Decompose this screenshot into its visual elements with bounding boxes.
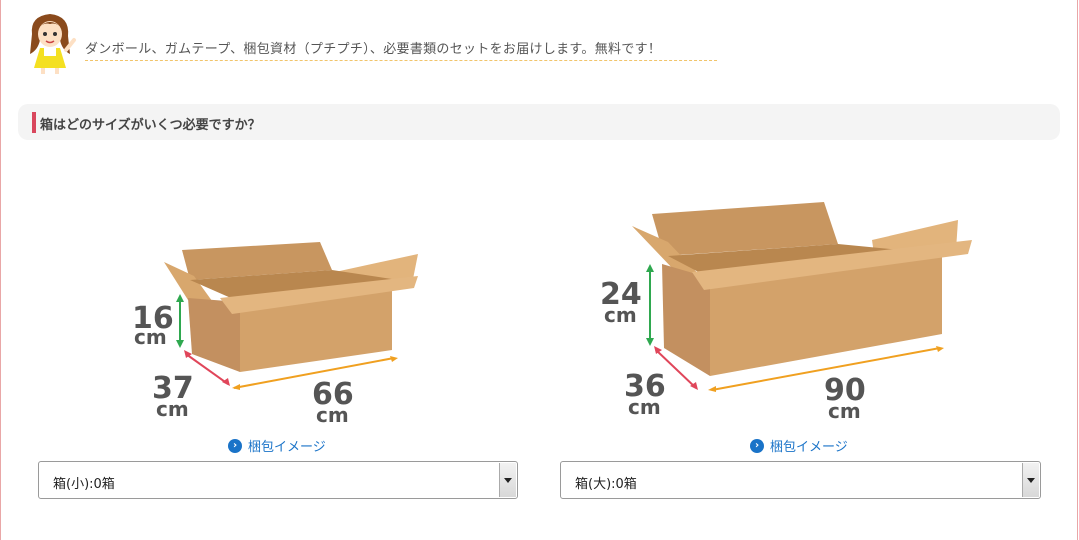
small-box-illustration: 16 cm 37 cm 66 cm <box>132 242 418 427</box>
small-box-width-unit: cm <box>316 403 349 427</box>
dropdown-arrow-icon[interactable] <box>499 463 516 497</box>
small-box-packing-image-label: 梱包イメージ <box>248 440 326 455</box>
large-box-width-unit: cm <box>828 399 861 423</box>
section-header: 箱はどのサイズがいくつ必要ですか？ <box>18 104 1060 140</box>
chevron-right-icon: › <box>228 438 242 453</box>
dropdown-arrow-icon[interactable] <box>1022 463 1039 497</box>
small-box-quantity-select[interactable]: 箱(小):0箱 <box>38 461 518 499</box>
small-box-packing-image-link[interactable]: › 梱包イメージ <box>228 436 326 455</box>
large-box-height-unit: cm <box>604 303 637 327</box>
small-box-depth-unit: cm <box>156 397 189 421</box>
large-box-packing-image-link[interactable]: › 梱包イメージ <box>750 436 848 455</box>
large-box-quantity-select[interactable]: 箱(大):0箱 <box>560 461 1041 499</box>
mascot-girl-icon <box>30 14 76 74</box>
intro-text: ダンボール、ガムテープ、梱包資材（プチプチ）、必要書類のセットをお届けします。無… <box>85 38 717 61</box>
large-box-depth-unit: cm <box>628 395 661 419</box>
small-box-height-unit: cm <box>134 325 167 349</box>
section-accent-bar <box>32 112 36 133</box>
large-box-illustration: 24 cm 36 cm 90 cm <box>600 202 972 423</box>
chevron-right-icon: › <box>750 438 764 453</box>
section-title: 箱はどのサイズがいくつ必要ですか？ <box>40 118 261 133</box>
large-box-packing-image-label: 梱包イメージ <box>770 440 848 455</box>
large-box-quantity-value: 箱(大):0箱 <box>575 477 637 492</box>
small-box-quantity-value: 箱(小):0箱 <box>53 477 115 492</box>
